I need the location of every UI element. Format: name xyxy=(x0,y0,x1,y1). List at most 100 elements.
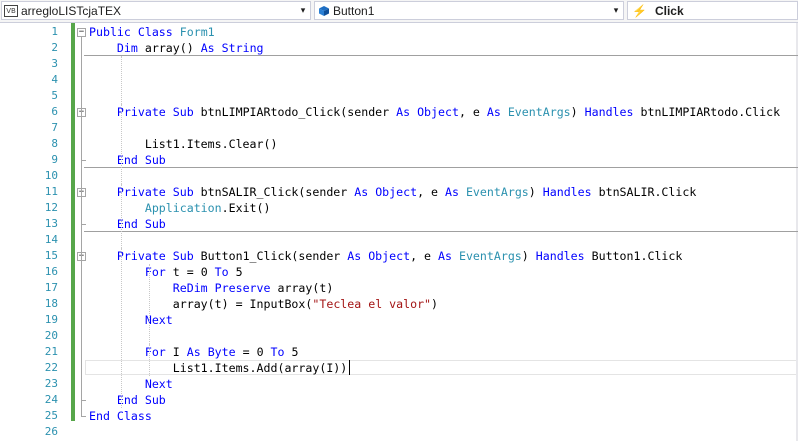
keyword-token: As Object xyxy=(396,105,459,119)
object-dropdown[interactable]: Button1 ▾ xyxy=(314,1,624,20)
line-number: 14 xyxy=(44,233,58,246)
project-dropdown[interactable]: VB arregloLISTcjaTEX ▾ xyxy=(1,1,311,20)
line-number: 8 xyxy=(51,137,58,150)
code-line[interactable]: 26 xyxy=(0,424,798,440)
code-text[interactable]: End Class xyxy=(89,408,152,424)
code-text[interactable]: array(t) = InputBox("Teclea el valor") xyxy=(89,296,438,312)
event-dropdown[interactable]: ⚡ Click xyxy=(627,1,798,20)
code-line[interactable]: 12 Application.Exit() xyxy=(0,200,798,216)
chevron-down-icon: ▾ xyxy=(613,5,619,15)
keyword-token: End Sub xyxy=(116,217,166,231)
line-number: 26 xyxy=(44,425,58,438)
line-number: 15 xyxy=(44,249,58,262)
code-text[interactable]: End Sub xyxy=(89,216,166,232)
keyword-token: End Sub xyxy=(116,393,166,407)
line-number: 2 xyxy=(51,41,58,54)
code-line[interactable]: 10 xyxy=(0,168,798,184)
keyword-token: Private Sub xyxy=(116,105,194,119)
code-line[interactable]: 9 End Sub xyxy=(0,152,798,168)
line-number: 21 xyxy=(44,345,58,358)
code-token: List1.Items.Add(array(I)) xyxy=(89,361,348,375)
code-text[interactable]: Private Sub Button1_Click(sender As Obje… xyxy=(89,248,682,264)
code-line[interactable]: 13 End Sub xyxy=(0,216,798,232)
line-number: 4 xyxy=(51,73,58,86)
keyword-token: Private Sub xyxy=(116,249,194,263)
code-line[interactable]: 15 Private Sub Button1_Click(sender As O… xyxy=(0,248,798,264)
code-text[interactable]: For t = 0 To 5 xyxy=(89,264,243,280)
code-text[interactable]: List1.Items.Add(array(I)) xyxy=(89,360,348,376)
line-number: 25 xyxy=(44,409,58,422)
code-line[interactable]: 21 For I As Byte = 0 To 5 xyxy=(0,344,798,360)
code-line[interactable]: 5 xyxy=(0,88,798,104)
code-line[interactable]: 22 List1.Items.Add(array(I)) xyxy=(0,360,798,376)
code-text[interactable]: Private Sub btnSALIR_Click(sender As Obj… xyxy=(89,184,696,200)
code-line[interactable]: 23 Next xyxy=(0,376,798,392)
keyword-token: Public Class xyxy=(89,25,180,39)
line-number: 10 xyxy=(44,169,58,182)
fold-end-marker xyxy=(81,400,86,401)
object-dropdown-label: Button1 xyxy=(333,3,375,18)
line-number: 20 xyxy=(44,329,58,342)
code-token: , e xyxy=(410,249,439,263)
code-text[interactable]: End Sub xyxy=(89,392,166,408)
method-separator xyxy=(84,167,798,168)
line-number: 23 xyxy=(44,377,58,390)
code-token: ) xyxy=(570,105,585,119)
line-number: 13 xyxy=(44,217,58,230)
code-text[interactable]: Application.Exit() xyxy=(89,200,271,216)
keyword-token: ReDim Preserve xyxy=(172,281,271,295)
code-line[interactable]: 16 For t = 0 To 5 xyxy=(0,264,798,280)
chevron-down-icon: ▾ xyxy=(300,5,306,15)
navigation-bar: VB arregloLISTcjaTEX ▾ Button1 ▾ ⚡ Click xyxy=(0,0,798,23)
keyword-token: Handles xyxy=(584,105,634,119)
code-line[interactable]: 1 Public Class Form1 xyxy=(0,24,798,40)
line-number: 17 xyxy=(44,281,58,294)
code-line[interactable]: 17 ReDim Preserve array(t) xyxy=(0,280,798,296)
fold-guide-line xyxy=(81,261,82,400)
code-editor[interactable]: 1 Public Class Form1 2 Dim array() As Stri… xyxy=(0,23,798,441)
code-token: ) xyxy=(528,185,543,199)
type-token: EventArgs xyxy=(507,105,571,119)
code-text[interactable]: End Sub xyxy=(89,152,166,168)
code-line[interactable]: 19 Next xyxy=(0,312,798,328)
code-line[interactable]: 8 List1.Items.Clear() xyxy=(0,136,798,152)
keyword-token: As Byte xyxy=(186,345,236,359)
code-line[interactable]: 11 Private Sub btnSALIR_Click(sender As … xyxy=(0,184,798,200)
code-token: 5 xyxy=(284,345,299,359)
collapse-toggle-icon[interactable]: − xyxy=(77,28,86,37)
code-text[interactable]: Private Sub btnLIMPIARtodo_Click(sender … xyxy=(89,104,780,120)
code-line[interactable]: 2 Dim array() As String xyxy=(0,40,798,56)
code-text[interactable]: ReDim Preserve array(t) xyxy=(89,280,334,296)
line-number: 7 xyxy=(51,121,58,134)
line-number: 3 xyxy=(51,57,58,70)
code-text[interactable]: Next xyxy=(89,376,173,392)
code-line[interactable]: 14 xyxy=(0,232,798,248)
code-line[interactable]: 4 xyxy=(0,72,798,88)
code-line[interactable]: 7 xyxy=(0,120,798,136)
line-number: 9 xyxy=(51,153,58,166)
class-cube-icon xyxy=(319,5,329,16)
code-text[interactable]: Next xyxy=(89,312,173,328)
type-token: Application xyxy=(144,201,222,215)
keyword-token: As Object xyxy=(347,249,411,263)
code-line[interactable]: 24 End Sub xyxy=(0,392,798,408)
code-token: 5 xyxy=(228,265,243,279)
keyword-token: As Object xyxy=(354,185,418,199)
code-line[interactable]: 3 xyxy=(0,56,798,72)
keyword-token: To xyxy=(214,265,229,279)
code-text[interactable]: Public Class Form1 xyxy=(89,24,215,40)
code-line[interactable]: 25 End Class xyxy=(0,408,798,424)
code-line[interactable]: 20 xyxy=(0,328,798,344)
code-line[interactable]: 6 Private Sub btnLIMPIARtodo_Click(sende… xyxy=(0,104,798,120)
event-bolt-icon: ⚡ xyxy=(632,3,647,18)
code-text[interactable]: Dim array() As String xyxy=(89,40,264,56)
keyword-token: As xyxy=(438,249,452,263)
code-line[interactable]: 18 array(t) = InputBox("Teclea el valor"… xyxy=(0,296,798,312)
code-text[interactable]: List1.Items.Clear() xyxy=(89,136,278,152)
